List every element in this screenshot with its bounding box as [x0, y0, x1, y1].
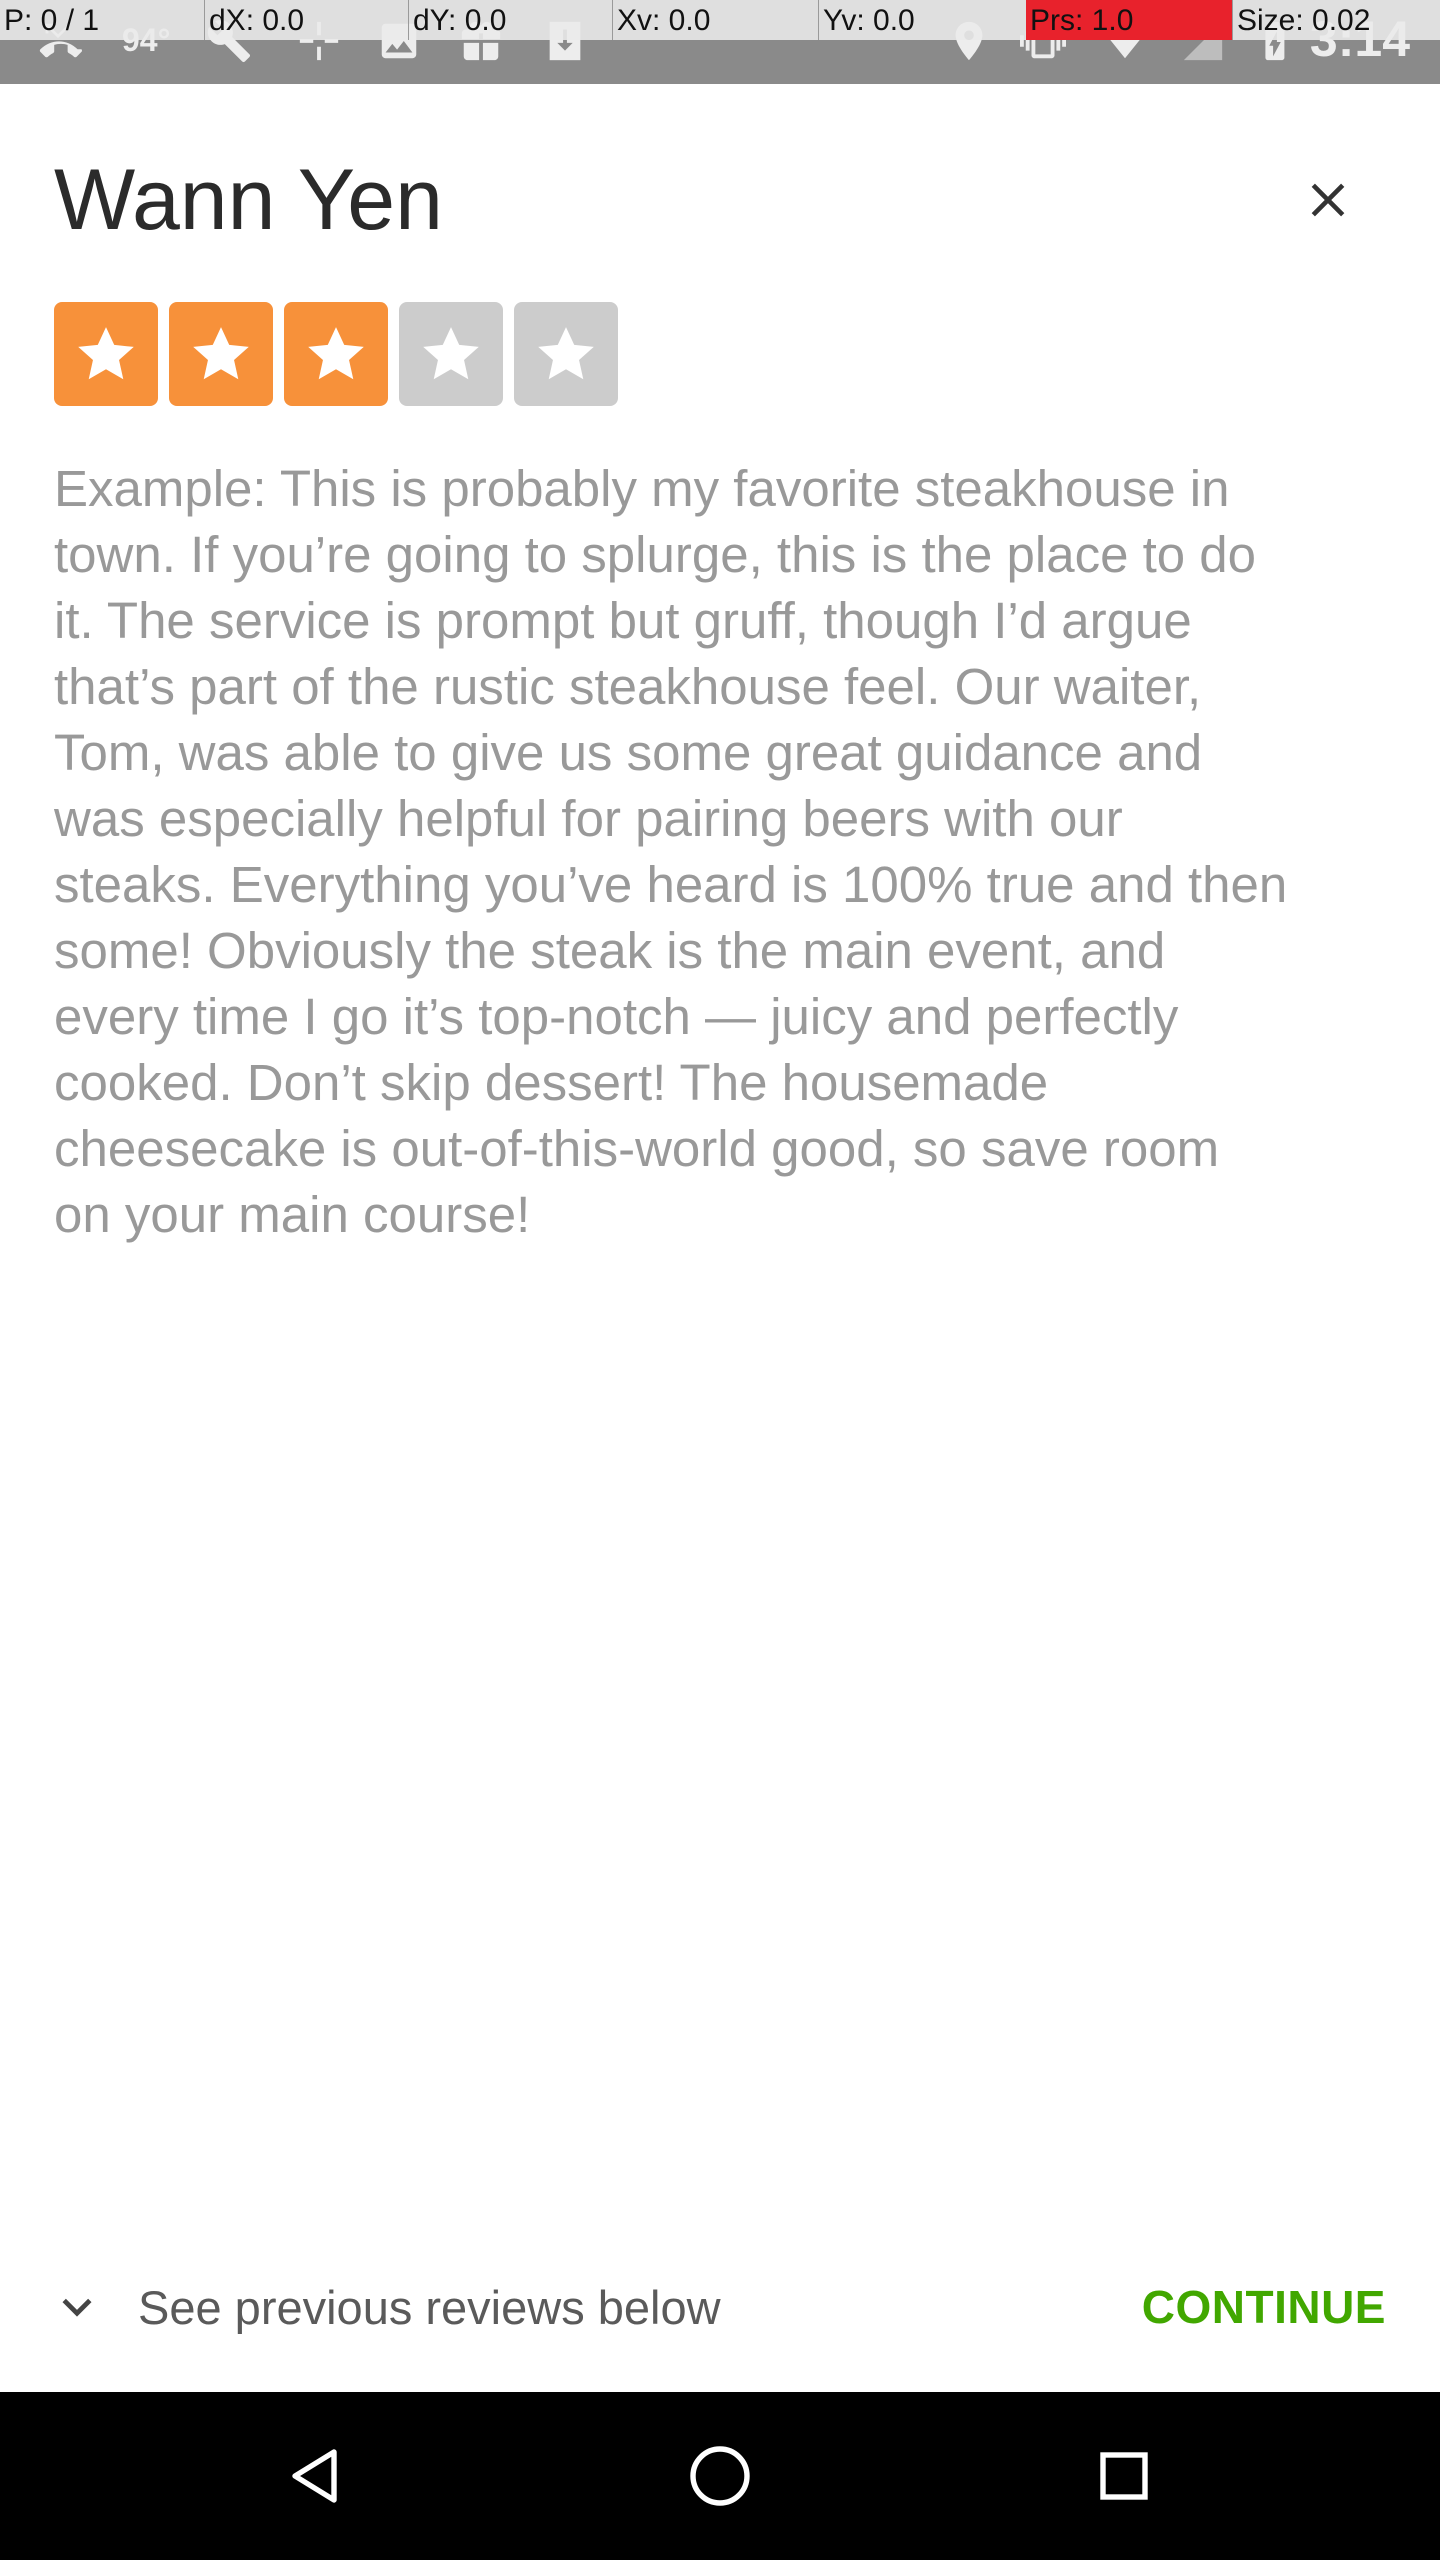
star-5-empty[interactable]: [514, 302, 618, 406]
star-icon: [423, 327, 479, 380]
business-title: Wann Yen: [54, 152, 443, 248]
chevron-down-icon: [62, 2298, 92, 2317]
overlay-velocity-y: Yv: 0.0: [818, 0, 1024, 40]
pointer-location-overlay: P: 0 / 1 dX: 0.0 dY: 0.0 Xv: 0.0 Yv: 0.0…: [0, 0, 1440, 40]
back-button[interactable]: [266, 2426, 366, 2526]
see-previous-reviews-label: See previous reviews below: [138, 2280, 721, 2334]
see-previous-reviews-toggle[interactable]: See previous reviews below: [48, 2262, 721, 2352]
star-3-filled[interactable]: [284, 302, 388, 406]
review-text-input[interactable]: Example: This is probably my favorite st…: [54, 456, 1394, 1248]
overlay-delta-x: dX: 0.0: [204, 0, 408, 40]
continue-button[interactable]: CONTINUE: [1142, 2262, 1386, 2352]
star-icon: [193, 327, 249, 380]
overlay-velocity-x: Xv: 0.0: [612, 0, 818, 40]
overlay-pressure: Prs: 1.0: [1026, 0, 1232, 40]
star-2-filled[interactable]: [169, 302, 273, 406]
overlay-delta-y: dY: 0.0: [408, 0, 612, 40]
navigation-bar: [0, 2392, 1440, 2560]
star-icon: [538, 327, 594, 380]
recents-button[interactable]: [1074, 2426, 1174, 2526]
status-bar: 94° P: 0 / 1 dX: 0.0 dY: 0.0 Xv: 0.0 Yv:…: [0, 0, 1440, 84]
overlay-pointer-count: P: 0 / 1: [4, 4, 100, 37]
star-icon: [308, 327, 364, 380]
recents-icon: [1100, 2452, 1148, 2500]
close-icon: [1311, 183, 1345, 217]
overlay-size: Size: 0.02: [1232, 0, 1440, 40]
screen: 94° P: 0 / 1 dX: 0.0 dY: 0.0 Xv: 0.0 Yv:…: [0, 0, 1440, 2560]
home-icon: [690, 2446, 750, 2506]
dialog-footer: See previous reviews below CONTINUE: [0, 2262, 1440, 2352]
star-4-empty[interactable]: [399, 302, 503, 406]
home-button[interactable]: [670, 2426, 770, 2526]
star-1-filled[interactable]: [54, 302, 158, 406]
close-button[interactable]: [1288, 160, 1368, 240]
back-icon: [292, 2449, 337, 2503]
star-rating[interactable]: [54, 302, 618, 406]
star-icon: [78, 327, 134, 380]
